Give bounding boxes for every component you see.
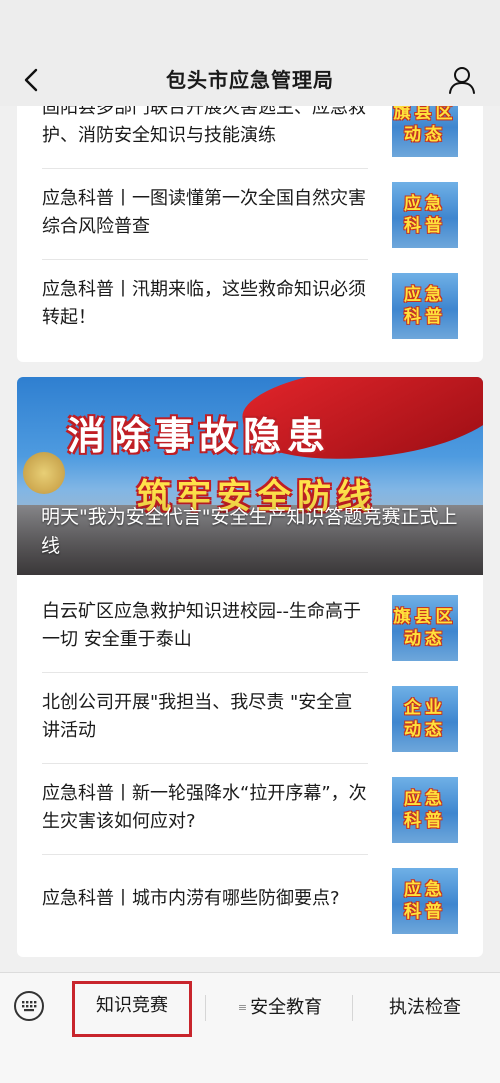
article-title: 应急科普丨城市内涝有哪些防御要点? bbox=[42, 888, 340, 909]
menu-item-knowledge-contest[interactable]: 知识竞赛 bbox=[72, 981, 192, 1037]
nav-header: 包头市应急管理局 bbox=[0, 0, 500, 106]
featured-banner[interactable]: 消除事故隐患 筑牢安全防线 明天"我为安全代言"安全生产知识答题竞赛正式上线 bbox=[17, 377, 483, 575]
article-title: 应急科普丨汛期来临，这些救命知识必须转起！ bbox=[42, 279, 366, 328]
banner-slogan: 消除事故隐患 bbox=[67, 414, 332, 458]
article-thumbnail: 应急 科普 bbox=[392, 777, 458, 843]
article-item[interactable]: 北创公司开展"我担当、我尽责 "安全宣讲活动 企业 动态 bbox=[17, 673, 483, 764]
article-title: 应急科普丨一图读懂第一次全国自然灾害综合风险普查 bbox=[42, 188, 366, 237]
article-thumbnail: 应急 科普 bbox=[392, 182, 458, 248]
menu-item-law-enforcement[interactable]: 执法检查 bbox=[355, 983, 495, 1033]
article-item[interactable]: 白云矿区应急救护知识进校园--生命高于一切 安全重于泰山 旗县区 动态 bbox=[17, 582, 483, 673]
bottom-menu-bar: 知识竞赛 ≡ 安全教育 执法检查 bbox=[0, 972, 500, 1083]
article-title: 应急科普丨新一轮强降水“拉开序幕”，次生灾害该如何应对? bbox=[42, 783, 367, 832]
article-card: 消除事故隐患 筑牢安全防线 明天"我为安全代言"安全生产知识答题竞赛正式上线 白… bbox=[17, 377, 483, 957]
page-title: 包头市应急管理局 bbox=[166, 68, 334, 92]
article-title: 北创公司开展"我担当、我尽责 "安全宣讲活动 bbox=[42, 692, 353, 741]
keyboard-toggle-button[interactable] bbox=[14, 991, 44, 1021]
user-icon bbox=[449, 67, 475, 94]
menu-separator bbox=[205, 995, 206, 1021]
keyboard-icon bbox=[22, 1001, 37, 1012]
article-thumbnail: 应急 科普 bbox=[392, 273, 458, 339]
banner-caption: 明天"我为安全代言"安全生产知识答题竞赛正式上线 bbox=[41, 506, 458, 557]
article-thumbnail: 企业 动态 bbox=[392, 686, 458, 752]
article-thumbnail: 旗县区 动态 bbox=[392, 595, 458, 661]
article-item[interactable]: 应急科普丨城市内涝有哪些防御要点? 应急 科普 bbox=[17, 855, 483, 946]
article-card: 固阳县多部门联合开展灾害逃生、应急救护、消防安全知识与技能演练 旗县区 动态 应… bbox=[17, 82, 483, 362]
profile-button[interactable] bbox=[446, 64, 478, 96]
article-item[interactable]: 应急科普丨一图读懂第一次全国自然灾害综合风险普查 应急 科普 bbox=[17, 169, 483, 260]
emblem-icon bbox=[23, 452, 65, 494]
submenu-icon: ≡ bbox=[237, 1001, 248, 1014]
article-title: 白云矿区应急救护知识进校园--生命高于一切 安全重于泰山 bbox=[42, 601, 361, 650]
menu-item-safety-education[interactable]: ≡ 安全教育 bbox=[210, 983, 350, 1033]
menu-separator bbox=[352, 995, 353, 1021]
article-item[interactable]: 应急科普丨新一轮强降水“拉开序幕”，次生灾害该如何应对? 应急 科普 bbox=[17, 764, 483, 855]
article-thumbnail: 应急 科普 bbox=[392, 868, 458, 934]
article-item[interactable]: 应急科普丨汛期来临，这些救命知识必须转起！ 应急 科普 bbox=[17, 260, 483, 351]
